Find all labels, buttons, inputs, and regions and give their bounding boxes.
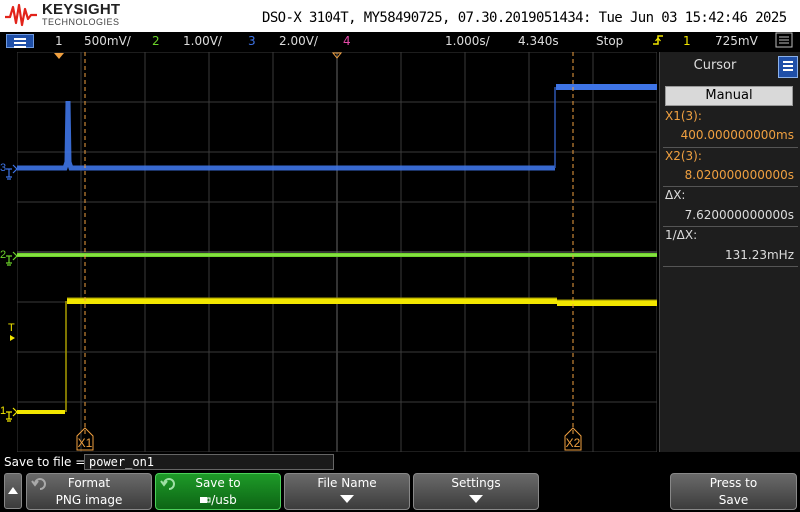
press-to-save-title: Press to <box>709 476 758 490</box>
press-to-save-value: Save <box>718 493 749 507</box>
x1-label[interactable]: X1(3): <box>665 109 702 123</box>
save-to-softkey[interactable]: Save to /usb <box>155 473 281 510</box>
graticule <box>17 52 657 452</box>
usb-icon <box>200 497 211 503</box>
brand-subtitle: TECHNOLOGIES <box>42 17 120 27</box>
svg-text:2: 2 <box>0 249 6 261</box>
format-softkey-title: Format <box>67 476 111 490</box>
inverse-delta-x-label: 1/ΔX: <box>665 228 698 242</box>
cursor-mode-button[interactable]: Manual <box>665 86 793 106</box>
up-arrow-icon[interactable] <box>4 473 22 509</box>
divider <box>663 186 798 187</box>
settings-softkey-title: Settings <box>451 476 501 490</box>
ch4-number[interactable]: 4 <box>343 34 351 48</box>
inverse-delta-x-value: 131.23mHz <box>725 248 794 262</box>
svg-text:X1: X1 <box>78 436 93 450</box>
brand-name: KEYSIGHT <box>42 1 121 18</box>
settings-softkey[interactable]: Settings <box>413 473 539 510</box>
trigger-level-marker[interactable]: T <box>8 322 15 341</box>
trigger-position-marker <box>54 53 64 59</box>
waveform-display[interactable]: X1 X2 <box>17 52 657 452</box>
ch1-ground-marker[interactable]: 1 <box>0 405 17 422</box>
channel-markers: 3 2 T 1 <box>0 162 17 422</box>
down-arrow-icon <box>414 493 538 503</box>
down-arrow-icon <box>285 493 409 503</box>
x2-label[interactable]: X2(3): <box>665 149 702 163</box>
ch2-scale[interactable]: 1.00V/ <box>183 34 222 48</box>
format-softkey-value: PNG image <box>55 493 123 507</box>
divider <box>663 226 798 227</box>
scope-info: DSO-X 3104T, MY58490725, 07.30.201905143… <box>262 10 787 26</box>
svg-text:X2: X2 <box>566 436 581 450</box>
save-to-softkey-title: Save to <box>195 476 241 490</box>
divider <box>663 266 798 267</box>
trigger-level[interactable]: 725mV <box>715 34 758 48</box>
svg-text:3: 3 <box>0 162 6 174</box>
keysight-logo-icon <box>5 3 37 27</box>
side-menu-icon[interactable] <box>778 56 798 78</box>
press-to-save-softkey[interactable]: Press to Save <box>670 473 797 510</box>
svg-text:1: 1 <box>0 405 6 417</box>
delta-x-value: 7.620000000000s <box>684 208 794 222</box>
file-name-softkey[interactable]: File Name <box>284 473 410 510</box>
x1-value[interactable]: 400.000000000ms <box>681 128 794 142</box>
ch3-scale[interactable]: 2.00V/ <box>279 34 318 48</box>
save-to-softkey-value: /usb <box>156 493 280 507</box>
trigger-edge-icon <box>652 34 664 49</box>
divider <box>663 147 798 148</box>
header-bar: KEYSIGHT TECHNOLOGIES DSO-X 3104T, MY584… <box>0 0 800 32</box>
menu-icon[interactable] <box>6 34 34 48</box>
ch3-ground-marker[interactable]: 3 <box>0 162 17 180</box>
display-menu-icon[interactable] <box>775 32 793 51</box>
svg-text:T: T <box>8 322 15 334</box>
ch3-number[interactable]: 3 <box>248 34 256 48</box>
cursor-panel: Cursor Manual X1(3): 400.000000000ms X2(… <box>659 52 800 452</box>
save-to-file-label: Save to file = <box>4 455 86 469</box>
ch1-number[interactable]: 1 <box>55 34 63 48</box>
status-bar: 1 500mV/ 2 1.00V/ 3 2.00V/ 4 1.000s/ 4.3… <box>0 32 800 50</box>
file-name-softkey-title: File Name <box>317 476 377 490</box>
cursor-lines <box>84 52 574 436</box>
ch1-scale[interactable]: 500mV/ <box>84 34 131 48</box>
trigger-channel[interactable]: 1 <box>683 34 691 48</box>
delta-x-label: ΔX: <box>665 188 686 202</box>
softkey-bar: Save to file = power_on1 Format PNG imag… <box>0 452 800 512</box>
run-state: Stop <box>596 34 624 48</box>
file-name-field[interactable]: power_on1 <box>84 454 334 470</box>
x2-value[interactable]: 8.020000000000s <box>685 168 794 182</box>
timebase[interactable]: 1.000s/ <box>445 34 490 48</box>
delay[interactable]: 4.340s <box>518 34 559 48</box>
ch2-number[interactable]: 2 <box>152 34 160 48</box>
panel-title: Cursor <box>693 58 737 73</box>
ch2-ground-marker[interactable]: 2 <box>0 249 17 266</box>
format-softkey[interactable]: Format PNG image <box>26 473 152 510</box>
